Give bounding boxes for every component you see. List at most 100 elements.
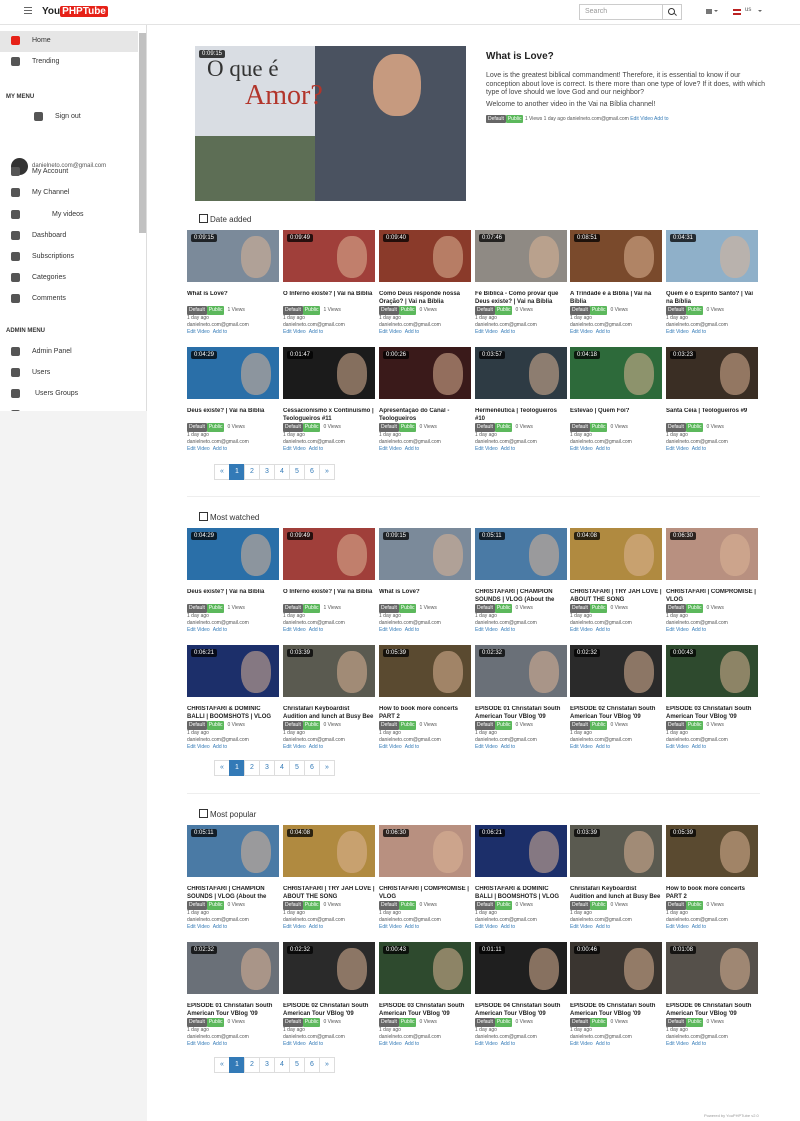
video-card[interactable]: 0:00:43 EPISODE 03 Christafari South Amer… [379, 942, 471, 1048]
sidebar-item-home[interactable]: Home [0, 31, 138, 52]
featured-video-thumbnail[interactable]: O que é Amor? 0:09:15 [195, 46, 466, 201]
add-to-link[interactable]: Add to [213, 329, 227, 335]
edit-video-link[interactable]: Edit Video [666, 1041, 689, 1047]
edit-video-link[interactable]: Edit Video [379, 627, 402, 633]
sidebar-item-my-account[interactable]: My Account [0, 162, 138, 183]
video-thumbnail[interactable]: 0:06:30 [379, 825, 471, 877]
category-badge[interactable]: Default [570, 604, 590, 613]
add-to-link[interactable]: Add to [213, 627, 227, 633]
video-card[interactable]: 0:06:30 CHRISTAFARI | COMPROMISE | VLOG De… [666, 528, 758, 634]
category-badge[interactable]: Default [187, 423, 207, 432]
page-link[interactable]: 4 [274, 1057, 290, 1073]
category-badge[interactable]: Default [475, 423, 495, 432]
edit-video-link[interactable]: Edit Video [187, 1041, 210, 1047]
add-to-link[interactable]: Add to [692, 627, 706, 633]
edit-video-link[interactable]: Edit Video [666, 329, 689, 335]
page-link[interactable]: 1 [229, 464, 245, 480]
video-thumbnail[interactable]: 0:05:39 [666, 825, 758, 877]
add-to-link[interactable]: Add to [213, 446, 227, 452]
category-badge[interactable]: Default [475, 721, 495, 730]
video-title[interactable]: Cessacionismo x Continuísmo | Teologueir… [283, 408, 375, 423]
edit-video-link[interactable]: Edit Video [570, 329, 593, 335]
category-badge[interactable]: Default [475, 1018, 495, 1027]
footer-powered-by[interactable]: Powered by YouPHPTube v2.0 [704, 1113, 759, 1118]
category-badge[interactable]: Default [666, 604, 686, 613]
edit-video-link[interactable]: Edit Video [570, 446, 593, 452]
category-badge[interactable]: Default [475, 901, 495, 910]
edit-video-link[interactable]: Edit Video [475, 1041, 498, 1047]
category-badge[interactable]: Default [570, 901, 590, 910]
video-thumbnail[interactable]: 0:09:49 [283, 528, 375, 580]
flag-icon[interactable] [733, 9, 741, 15]
edit-video-link[interactable]: Edit Video [187, 744, 210, 750]
video-title[interactable]: EPISODE 03 Christafari South American To… [379, 1003, 471, 1018]
category-badge[interactable]: Default [666, 306, 686, 315]
video-title[interactable]: A Trindade e a Bíblia | Vai na Bíblia [570, 291, 662, 306]
page-link[interactable]: 2 [244, 760, 260, 776]
video-title[interactable]: Hermenêutica | Teologueiros #10 [475, 408, 567, 423]
page-link[interactable]: 6 [304, 464, 320, 480]
video-title[interactable]: How to book more concerts PART 2 [379, 706, 471, 721]
add-to-link[interactable]: Add to [501, 329, 515, 335]
edit-video-link[interactable]: Edit Video [570, 744, 593, 750]
featured-title[interactable]: What is Love? [486, 51, 554, 62]
edit-video-link[interactable]: Edit Video [475, 627, 498, 633]
video-title[interactable]: EPISODE 02 Christafari South American To… [283, 1003, 375, 1018]
page-link[interactable]: » [319, 760, 335, 776]
page-link[interactable]: » [319, 464, 335, 480]
category-badge[interactable]: Default [379, 721, 399, 730]
edit-video-link[interactable]: Edit Video [283, 446, 306, 452]
category-badge[interactable]: Default [187, 901, 207, 910]
video-title[interactable]: EPISODE 06 Christafari South American To… [666, 1003, 758, 1018]
video-card[interactable]: 0:00:26 Apresentação do Canal - Teologuei… [379, 347, 471, 453]
video-title[interactable]: EPISODE 01 Christafari South American To… [475, 706, 567, 721]
video-thumbnail[interactable]: 0:09:40 [379, 230, 471, 282]
add-to-link[interactable]: Add to [692, 446, 706, 452]
video-title[interactable]: CHRISTAFARI | COMPROMISE | VLOG [666, 589, 758, 604]
video-thumbnail[interactable]: 0:03:39 [283, 645, 375, 697]
add-to-link[interactable]: Add to [692, 329, 706, 335]
sidebar-item-comments[interactable]: Comments [0, 289, 138, 310]
category-badge[interactable]: Default [283, 604, 303, 613]
video-card[interactable]: 0:09:15 What is Love? Default Public 1 Views… [187, 230, 279, 336]
page-link[interactable]: 4 [274, 464, 290, 480]
video-card[interactable]: 0:06:21 CHRISTAFARI & DOMINIC BALLI | BOO… [475, 825, 567, 931]
video-thumbnail[interactable]: 0:02:32 [187, 942, 279, 994]
video-title[interactable]: CHRISTAFARI | CHAMPION SOUNDS | VLOG (Ab… [475, 589, 567, 604]
video-thumbnail[interactable]: 0:08:51 [570, 230, 662, 282]
edit-video-link[interactable]: Edit Video [379, 329, 402, 335]
add-to-link[interactable]: Add to [405, 446, 419, 452]
edit-video-link[interactable]: Edit Video [379, 924, 402, 930]
video-thumbnail[interactable]: 0:06:21 [187, 645, 279, 697]
video-card[interactable]: 0:04:29 Deus existe? | Vai na Bíblia Defau… [187, 347, 279, 453]
page-link[interactable]: 1 [229, 760, 245, 776]
edit-video-link[interactable]: Edit Video [283, 744, 306, 750]
video-title[interactable]: CHRISTAFARI & DOMINIC BALLI | BOOMSHOTS … [187, 706, 279, 721]
video-card[interactable]: 0:03:23 Santa Ceia | Teologueiros #9 Defau… [666, 347, 758, 453]
video-thumbnail[interactable]: 0:02:32 [283, 942, 375, 994]
video-title[interactable]: Quem é o Espírito Santo? | Vai na Bíblia [666, 291, 758, 306]
sidebar-item-admin-users[interactable]: Users [0, 363, 138, 384]
page-link[interactable]: 3 [259, 464, 275, 480]
video-card[interactable]: 0:04:31 Quem é o Espírito Santo? | Vai na… [666, 230, 758, 336]
video-card[interactable]: 0:04:18 Estevão | Quem Foi? Default Public 0… [570, 347, 662, 453]
video-title[interactable]: EPISODE 02 Christafari South American To… [570, 706, 662, 721]
video-thumbnail[interactable]: 0:03:39 [570, 825, 662, 877]
add-to-link[interactable]: Add to [213, 744, 227, 750]
video-title[interactable]: Apresentação do Canal - Teologueiros [379, 408, 471, 423]
category-badge[interactable]: Default [379, 306, 399, 315]
video-title[interactable]: How to book more concerts PART 2 [666, 886, 758, 901]
add-to-link[interactable]: Add to [405, 744, 419, 750]
video-card[interactable]: 0:02:32 EPISODE 01 Christafari South Amer… [475, 645, 567, 751]
video-card[interactable]: 0:09:49 O Inferno existe? | Vai na Bíblia… [283, 230, 375, 336]
video-title[interactable]: CHRISTAFARI & DOMINIC BALLI | BOOMSHOTS … [475, 886, 567, 901]
add-to-link[interactable]: Add to [596, 329, 610, 335]
category-badge[interactable]: Default [187, 721, 207, 730]
sidebar-item-my-videos[interactable]: My videos [0, 205, 138, 226]
video-card[interactable]: 0:00:43 EPISODE 03 Christafari South Amer… [666, 645, 758, 751]
sidebar-item-categories[interactable]: Categories [0, 268, 138, 289]
edit-video-link[interactable]: Edit Video [283, 924, 306, 930]
video-card[interactable]: 0:05:11 CHRISTAFARI | CHAMPION SOUNDS | V… [475, 528, 567, 634]
video-title[interactable]: Deus existe? | Vai na Bíblia [187, 408, 279, 423]
video-card[interactable]: 0:04:08 CHRISTAFARI | TRY JAH LOVE | ABOU… [283, 825, 375, 931]
